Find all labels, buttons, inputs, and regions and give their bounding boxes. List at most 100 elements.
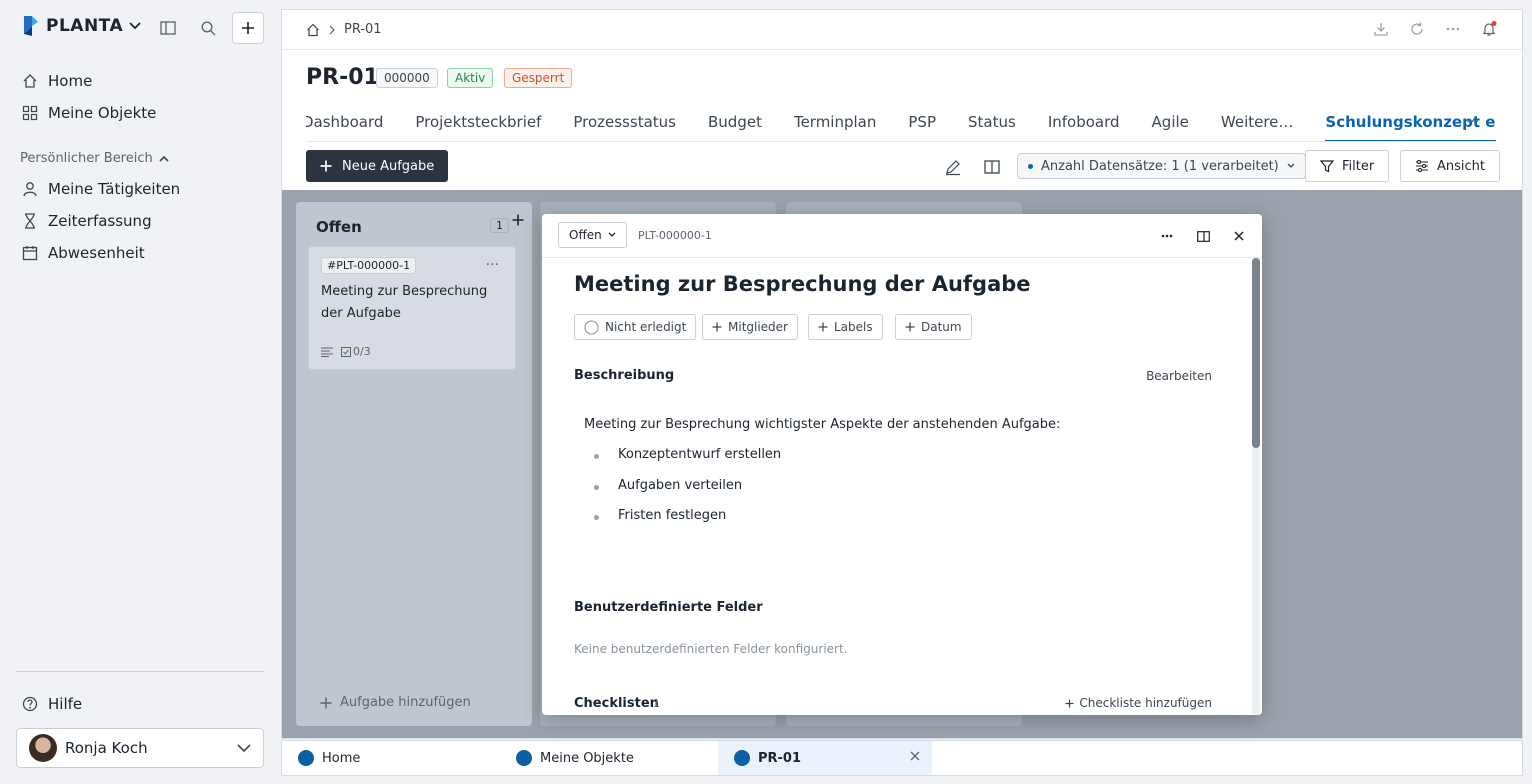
add-checklist-button[interactable]: Checkliste hinzufügen — [1065, 696, 1212, 710]
home-icon[interactable] — [306, 23, 320, 37]
bottom-tab-label: Home — [322, 750, 361, 766]
description-heading: Beschreibung — [574, 368, 675, 383]
custom-fields-heading: Benutzerdefinierte Felder — [574, 600, 763, 615]
add-task-button[interactable]: Aufgabe hinzufügen — [320, 695, 471, 710]
calendar-icon — [22, 246, 38, 261]
description-icon — [321, 347, 333, 357]
circle-icon — [584, 319, 599, 335]
tab-projektsteckbrief[interactable]: Projektsteckbrief — [415, 106, 541, 141]
close-icon[interactable] — [1230, 227, 1248, 245]
project-tabs: Dashboard Projektsteckbrief Prozessstatu… — [306, 106, 1496, 142]
date-button[interactable]: Datum — [895, 314, 972, 340]
tab-dot-icon — [734, 750, 750, 766]
description-bullet: Konzeptentwurf erstellen — [593, 447, 782, 462]
sidebar-toggle-icon[interactable] — [157, 17, 179, 39]
tabs-more-button[interactable]: ··· — [1466, 114, 1479, 130]
nav-help-label: Hilfe — [48, 695, 83, 713]
column-add-icon[interactable] — [512, 214, 524, 226]
bottom-tab-pr01[interactable]: PR-01 — [718, 741, 932, 775]
column-count: 1 — [490, 218, 509, 233]
nav-home[interactable]: Home — [22, 72, 92, 90]
plus-icon — [818, 322, 828, 332]
card-more-icon[interactable]: ··· — [486, 257, 499, 273]
plus-icon — [320, 697, 332, 708]
labels-button[interactable]: Labels — [808, 314, 883, 340]
user-menu[interactable]: Ronja Koch — [16, 728, 264, 768]
tab-psp[interactable]: PSP — [908, 106, 936, 141]
grid-icon — [22, 105, 38, 121]
download-icon[interactable] — [1372, 20, 1390, 38]
records-count-label: Anzahl Datensätze: 1 (1 verarbeitet) — [1041, 158, 1279, 174]
modal-scrollbar[interactable] — [1252, 258, 1260, 715]
nav-help[interactable]: Hilfe — [22, 695, 82, 713]
bottom-tab-label: PR-01 — [758, 750, 802, 766]
bottom-tab-my-objects[interactable]: Meine Objekte — [500, 741, 718, 775]
tab-agile[interactable]: Agile — [1152, 106, 1189, 141]
more-icon[interactable] — [1444, 20, 1462, 38]
date-label: Datum — [921, 320, 962, 334]
nav-home-label: Home — [48, 72, 93, 90]
checklists-heading: Checklisten — [574, 696, 659, 711]
add-task-label: Aufgabe hinzufügen — [340, 695, 471, 710]
plus-icon — [1065, 699, 1074, 707]
edit-icon[interactable] — [944, 158, 962, 176]
view-label: Ansicht — [1437, 158, 1486, 174]
brand-logo[interactable]: PLANTA — [22, 14, 141, 38]
split-view-icon[interactable] — [983, 158, 1001, 176]
modal-task-id: PLT-000000-1 — [638, 229, 712, 242]
create-button[interactable] — [232, 12, 264, 44]
status-dropdown[interactable]: Offen — [558, 222, 627, 248]
new-task-button[interactable]: Neue Aufgabe — [306, 150, 449, 182]
chevron-down-icon — [237, 743, 251, 752]
nav-my-objects[interactable]: Meine Objekte — [22, 104, 156, 122]
records-count-pill[interactable]: Anzahl Datensätze: 1 (1 verarbeitet) — [1017, 153, 1306, 179]
close-icon[interactable] — [910, 751, 920, 761]
search-icon[interactable] — [197, 17, 219, 39]
nav-my-activities[interactable]: Meine Tätigkeiten — [22, 180, 180, 198]
tab-infoboard[interactable]: Infoboard — [1048, 106, 1120, 141]
checklists-count: 1 — [653, 697, 660, 710]
card-checklist-progress: 0/3 — [353, 345, 371, 358]
chevron-down-icon — [608, 232, 616, 237]
tab-terminplan[interactable]: Terminplan — [794, 106, 876, 141]
tab-weitere[interactable]: Weitere… — [1221, 106, 1294, 141]
expand-panel-icon[interactable] — [1194, 227, 1212, 245]
modal-header: Offen PLT-000000-1 — [542, 214, 1262, 258]
filter-icon — [1320, 160, 1334, 173]
checklist-icon — [341, 346, 351, 357]
records-dot — [1028, 163, 1033, 169]
task-card[interactable]: #PLT-000000-1 ··· Meeting zur Besprechun… — [308, 246, 516, 370]
nav-time-tracking[interactable]: Zeiterfassung — [22, 212, 152, 230]
tab-budget[interactable]: Budget — [708, 106, 762, 141]
section-personal-toggle[interactable]: Persönlicher Bereich — [20, 151, 169, 166]
breadcrumb-current[interactable]: PR-01 — [344, 22, 382, 37]
view-button[interactable]: Ansicht — [1400, 150, 1501, 182]
home-icon — [23, 74, 37, 88]
sidebar: PLANTA Home Meine Objekte Persönlicher B… — [0, 0, 280, 784]
refresh-icon[interactable] — [1408, 20, 1426, 38]
plus-icon — [320, 160, 332, 172]
add-checklist-label: Checkliste hinzufügen — [1079, 696, 1212, 710]
task-detail-modal: Offen PLT-000000-1 Meeting zur Besprechu… — [542, 214, 1262, 715]
tab-prozessstatus[interactable]: Prozessstatus — [573, 106, 676, 141]
topbar-actions — [1372, 20, 1498, 38]
bottom-tab-home[interactable]: Home — [282, 741, 500, 775]
new-task-label: Neue Aufgabe — [342, 158, 435, 174]
mark-done-button[interactable]: Nicht erledigt — [574, 314, 697, 340]
members-button[interactable]: Mitglieder — [702, 314, 798, 340]
bell-icon[interactable] — [1480, 20, 1498, 38]
nav-time-tracking-label: Zeiterfassung — [48, 212, 152, 230]
tab-status[interactable]: Status — [968, 106, 1016, 141]
nav-absence[interactable]: Abwesenheit — [22, 244, 145, 262]
more-icon[interactable] — [1158, 227, 1176, 245]
scrollbar-thumb[interactable] — [1252, 258, 1260, 448]
planta-logo-icon — [24, 16, 38, 36]
tab-dashboard[interactable]: Dashboard — [306, 106, 383, 141]
column-title: Offen — [316, 218, 362, 236]
edit-description-button[interactable]: Bearbeiten — [1146, 369, 1212, 383]
filter-button[interactable]: Filter — [1305, 150, 1390, 182]
filter-label: Filter — [1342, 158, 1375, 174]
nav-absence-label: Abwesenheit — [48, 244, 145, 262]
status-badge-locked: Gesperrt — [504, 68, 573, 88]
custom-fields-empty: Keine benutzerdefinierten Felder konfigu… — [574, 642, 848, 656]
